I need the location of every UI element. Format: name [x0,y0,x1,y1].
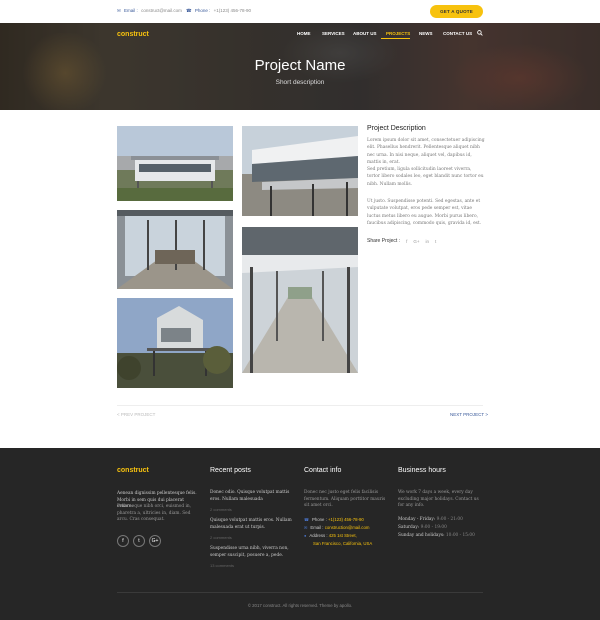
google-plus-icon[interactable]: G+ [413,239,419,244]
recent-posts-heading: Recent posts [210,467,251,474]
contact-phone[interactable]: ☎ Phone : +1(123) 456-78-90 [304,517,364,524]
top-bar: ✉ Email : construct@mail.com ☎ Phone : +… [0,0,600,23]
recent-post-comments: 2 comments [210,535,232,540]
footer-about-text: Pelle neque nibh orci, euismod in, phare… [117,504,191,522]
phone-value: +1(123) 456-78-90 [213,8,252,13]
map-pin-icon: ● [304,533,307,538]
nav-services[interactable]: SERVICES [322,31,345,36]
email-value: construct@mail.com [141,8,182,13]
active-nav-indicator [381,38,410,39]
project-photo[interactable] [117,298,233,388]
recent-post-title[interactable]: Quisque volutpat mattis eros. Nullam mal… [210,518,296,531]
phone-label: Phone : [194,8,211,13]
footer-logo[interactable]: construct [117,467,149,474]
share-label: Share Project : [367,238,401,244]
nav-about-us[interactable]: ABOUT US [353,31,377,36]
divider [117,405,483,406]
contact-info-text: Donec nec justo eget felis facilisis fer… [304,490,386,508]
prev-project-link[interactable]: < PREV PROJECT [117,412,155,417]
page-title: Project Name [254,57,346,74]
project-description-heading: Project Description [367,125,426,132]
hours-row: Monday - Friday: 9:00 - 21:00 [398,517,463,522]
facebook-icon[interactable]: f [117,535,129,547]
google-plus-icon[interactable]: G+ [149,535,161,547]
project-photo[interactable] [117,210,233,289]
nav-news[interactable]: NEWS [419,31,433,36]
hours-row: Sunday and holidays: 10:00 - 15:00 [398,533,475,538]
site-logo[interactable]: construct [117,31,149,38]
project-description-text: Lorem ipsum dolor sit amet, consectetuer… [367,138,485,165]
contact-address-line: San Francisco, California, USA [313,541,373,546]
business-hours-text: We work 7 days a week, every day excludi… [398,490,479,508]
project-description-text: Sed pretium, ligula sollicitudin laoreet… [367,167,484,187]
project-photo[interactable] [242,126,358,216]
copyright-text: © 2017 construct. All rights reserved. T… [247,603,353,608]
topbar-email[interactable]: ✉ Email : construct@mail.com [117,8,182,14]
hours-row: Saturday: 9:00 - 19:00 [398,525,447,530]
envelope-icon: ✉ [304,525,308,530]
contact-email[interactable]: ✉ Email : construction@mail.com [304,525,369,532]
twitter-icon[interactable]: t [133,535,145,547]
get-a-quote-button[interactable]: GET A QUOTE [430,5,483,18]
project-description-text: Ut justo. Suspendisse potenti. Sed egest… [367,199,482,226]
contact-info-heading: Contact info [304,467,342,474]
nav-projects[interactable]: PROJECTS [386,31,410,36]
phone-icon: ☎ [304,517,309,522]
nav-home[interactable]: HOME [297,31,311,36]
contact-address: ● Address : 425 1st Street, [304,533,357,538]
envelope-icon: ✉ [117,8,121,13]
nav-contact-us[interactable]: CONTACT US [443,31,472,36]
page-subtitle: Short description [275,79,325,86]
footer-divider [117,592,483,593]
search-icon[interactable] [477,30,483,36]
email-label: Email : [124,8,138,13]
project-photo[interactable] [242,227,358,373]
share-project: Share Project : f G+ in t [367,238,436,244]
next-project-link[interactable]: NEXT PROJECT > [450,412,488,417]
business-hours-heading: Business hours [398,467,446,474]
footer [0,448,600,620]
recent-post-comments: 13 comments [210,563,235,568]
recent-post-comments: 2 comments [210,507,232,512]
recent-post-title[interactable]: Donec odio. Quisque volutpat mattis eros… [210,490,296,503]
topbar-phone[interactable]: ☎ Phone : +1(123) 456-78-90 [186,8,251,14]
twitter-icon[interactable]: t [435,239,436,244]
linkedin-icon[interactable]: in [425,239,429,244]
facebook-icon[interactable]: f [406,239,407,244]
project-photo[interactable] [117,126,233,201]
recent-post-title[interactable]: Suspendisse urna nibh, viverra non, semp… [210,546,296,559]
phone-icon: ☎ [186,8,192,13]
